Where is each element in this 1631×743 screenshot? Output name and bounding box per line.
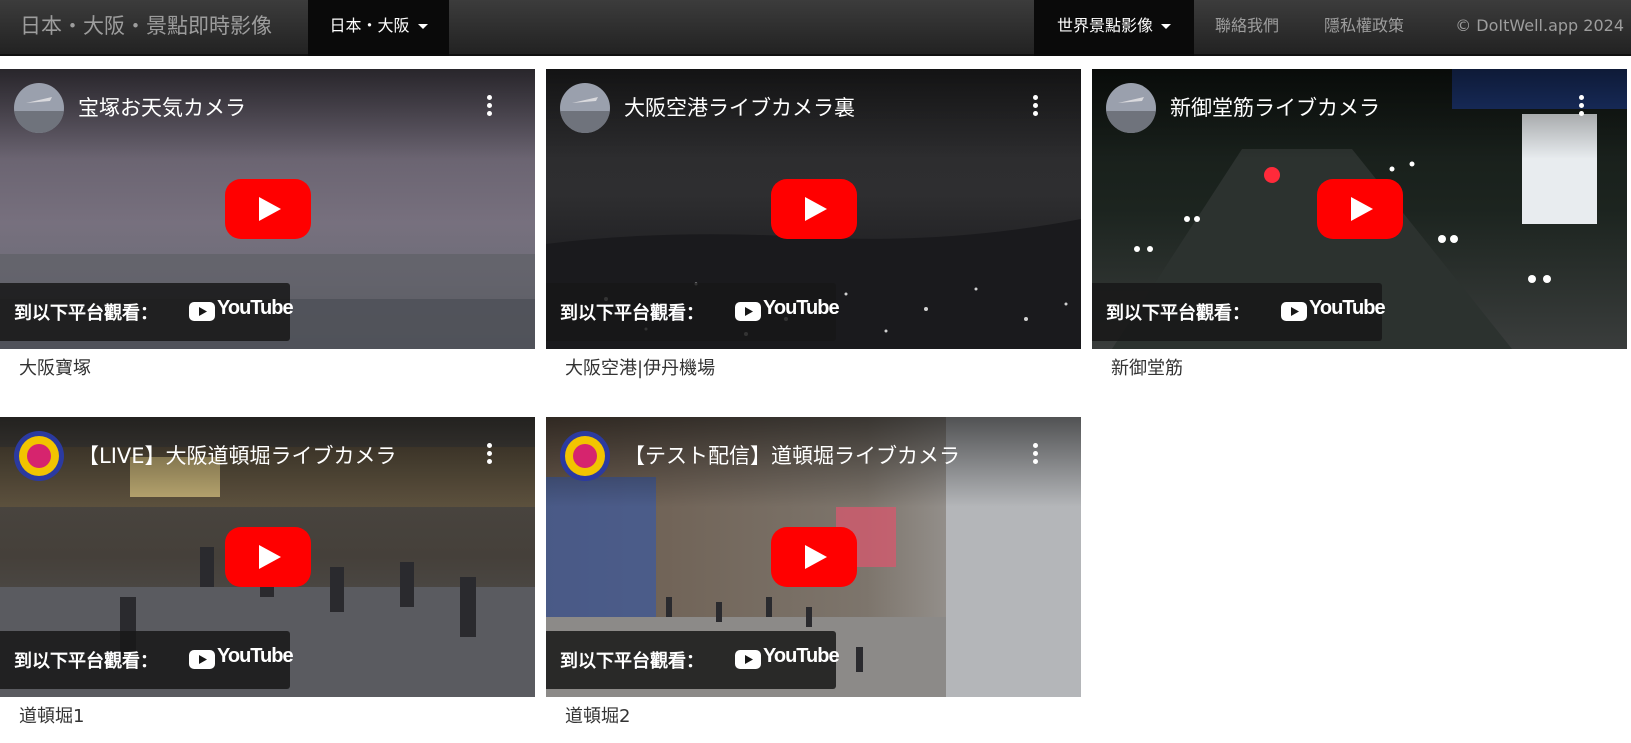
channel-avatar[interactable] [1106,83,1156,133]
copyright-link[interactable]: © DoItWell.app 2024 [1438,0,1624,56]
video-title[interactable]: 大阪空港ライブカメラ裏 [624,91,1014,125]
play-button-icon[interactable] [1317,179,1403,239]
video-caption: 大阪空港|伊丹機場 [565,358,716,379]
channel-avatar[interactable] [560,431,610,481]
channel-avatar[interactable] [560,83,610,133]
youtube-logo-icon [189,302,215,321]
region-dropdown-label: 日本・大阪 [329,16,410,35]
watch-on-label: 到以下平台觀看： [14,303,158,324]
video-caption: 新御堂筋 [1111,358,1183,379]
channel-avatar[interactable] [14,431,64,481]
youtube-logo-icon [1281,302,1307,321]
video-caption: 道頓堀1 [19,706,85,727]
youtube-wordmark: YouTube [763,297,840,319]
video-title[interactable]: 新御堂筋ライブカメラ [1170,91,1560,125]
more-options-icon[interactable] [1030,95,1040,125]
play-button-icon[interactable] [771,527,857,587]
youtube-wordmark: YouTube [1309,297,1386,319]
video-card-shin-midosuji[interactable]: 新御堂筋ライブカメラ 到以下平台觀看： YouTube [1092,69,1627,349]
world-dropdown[interactable]: 世界景點影像 [1034,0,1194,56]
watch-on-label: 到以下平台觀看： [560,303,704,324]
site-brand[interactable]: 日本・大阪・景點即時影像 [20,0,272,56]
video-card-itami-airport[interactable]: 大阪空港ライブカメラ裏 到以下平台觀看： YouTube [546,69,1081,349]
watch-on-youtube-button[interactable]: 到以下平台觀看： YouTube [546,631,840,689]
more-options-icon[interactable] [484,95,494,125]
watch-on-label: 到以下平台觀看： [560,651,704,672]
watch-on-youtube-button[interactable]: 到以下平台觀看： YouTube [546,283,840,341]
watch-on-label: 到以下平台觀看： [14,651,158,672]
chevron-down-icon [1161,24,1171,29]
watch-on-youtube-button[interactable]: 到以下平台觀看： YouTube [0,631,294,689]
watch-on-youtube-button[interactable]: 到以下平台觀看： YouTube [0,283,294,341]
video-title[interactable]: 【テスト配信】道頓堀ライブカメラ [624,439,1014,473]
play-button-icon[interactable] [225,179,311,239]
video-caption: 道頓堀2 [565,706,631,727]
world-dropdown-label: 世界景點影像 [1056,16,1153,35]
top-navbar: 日本・大阪・景點即時影像 日本・大阪 世界景點影像 聯絡我們 隱私權政策 © D… [0,0,1631,56]
privacy-link[interactable]: 隱私權政策 [1304,0,1424,56]
video-card-dotonbori-1[interactable]: 【LIVE】大阪道頓堀ライブカメラ 到以下平台觀看： YouTube [0,417,535,697]
video-caption: 大阪寶塚 [19,358,91,379]
chevron-down-icon [417,24,428,29]
more-options-icon[interactable] [1576,95,1586,125]
contact-link[interactable]: 聯絡我們 [1194,0,1300,56]
youtube-logo-icon [189,650,215,669]
play-button-icon[interactable] [771,179,857,239]
youtube-logo-icon [735,302,761,321]
video-title[interactable]: 宝塚お天気カメラ [78,91,468,125]
youtube-wordmark: YouTube [763,645,840,667]
more-options-icon[interactable] [1030,443,1040,473]
youtube-wordmark: YouTube [217,297,294,319]
video-card-dotonbori-2[interactable]: 【テスト配信】道頓堀ライブカメラ 到以下平台觀看： YouTube [546,417,1081,697]
youtube-logo-icon [735,650,761,669]
more-options-icon[interactable] [484,443,494,473]
channel-avatar[interactable] [14,83,64,133]
video-title[interactable]: 【LIVE】大阪道頓堀ライブカメラ [78,439,468,473]
watch-on-youtube-button[interactable]: 到以下平台觀看： YouTube [1092,283,1386,341]
youtube-wordmark: YouTube [217,645,294,667]
watch-on-label: 到以下平台觀看： [1106,303,1250,324]
region-dropdown[interactable]: 日本・大阪 [308,0,449,56]
play-button-icon[interactable] [225,527,311,587]
video-card-takarazuka[interactable]: 宝塚お天気カメラ 到以下平台觀看： YouTube [0,69,535,349]
